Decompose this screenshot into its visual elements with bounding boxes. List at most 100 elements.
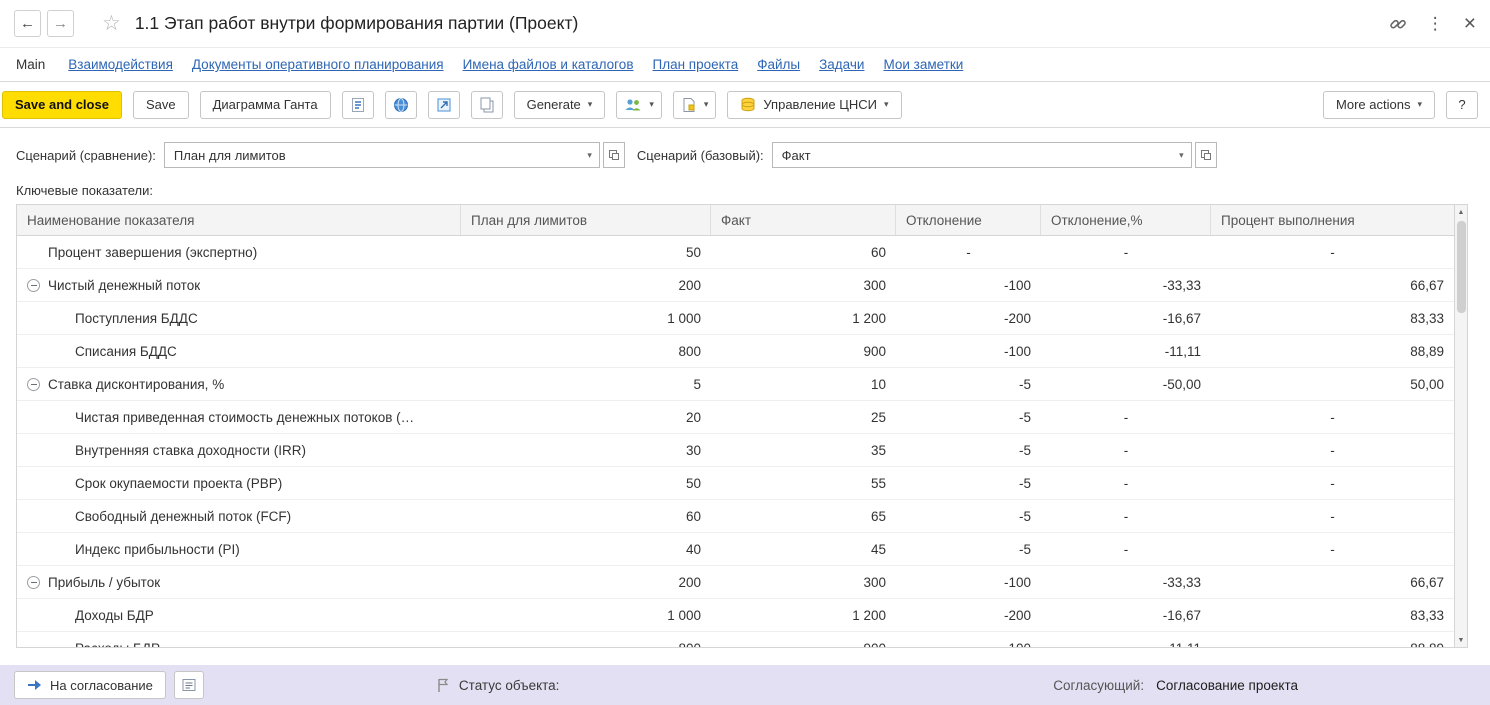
column-header-completion-pct[interactable]: Процент выполнения — [1211, 205, 1454, 235]
row-fact-value: 300 — [711, 566, 896, 598]
row-deviation-pct-value: - — [1041, 401, 1211, 433]
choose-icon — [608, 149, 620, 161]
more-actions-label: More actions — [1336, 97, 1410, 112]
tab-link[interactable]: Документы оперативного планирования — [192, 57, 444, 72]
scroll-down-icon[interactable]: ▼ — [1455, 633, 1467, 647]
web-publish-button[interactable] — [385, 91, 417, 119]
row-fact-value: 10 — [711, 368, 896, 400]
contacts-menu-button[interactable]: ▾ — [616, 91, 662, 119]
copy-icon — [479, 97, 495, 113]
database-icon — [740, 97, 756, 113]
table-row[interactable]: Расходы БДР 800 900 -100 -11,11 88,89 — [17, 632, 1454, 647]
more-menu-icon[interactable]: ⋮ — [1427, 14, 1444, 34]
tab-link[interactable]: Имена файлов и каталогов — [463, 57, 634, 72]
row-deviation-value: -100 — [896, 632, 1041, 647]
table-row[interactable]: Списания БДДС 800 900 -100 -11,11 88,89 — [17, 335, 1454, 368]
copy-link-button[interactable] — [1389, 15, 1407, 33]
copy-button[interactable] — [471, 91, 503, 119]
close-icon[interactable]: × — [1464, 13, 1476, 34]
column-header-name[interactable]: Наименование показателя — [17, 205, 461, 235]
table-row[interactable]: Процент завершения (экспертно) 50 60 - -… — [17, 236, 1454, 269]
favorite-star-icon[interactable]: ☆ — [102, 13, 121, 34]
globe-icon — [393, 97, 409, 113]
tab-link[interactable]: План проекта — [653, 57, 739, 72]
row-name-cell: Ставка дисконтирования, % — [17, 368, 461, 400]
scroll-up-icon[interactable]: ▲ — [1455, 205, 1467, 219]
tab-link[interactable]: Мои заметки — [883, 57, 963, 72]
table-row[interactable]: Внутренняя ставка доходности (IRR) 30 35… — [17, 434, 1454, 467]
table-row[interactable]: Доходы БДР 1 000 1 200 -200 -16,67 83,33 — [17, 599, 1454, 632]
row-deviation-pct-value: - — [1041, 236, 1211, 268]
table-row[interactable]: Прибыль / убыток 200 300 -100 -33,33 66,… — [17, 566, 1454, 599]
row-completion-pct-value: 66,67 — [1211, 269, 1454, 301]
scenario-compare-open-button[interactable] — [603, 142, 625, 168]
table-row[interactable]: Чистая приведенная стоимость денежных по… — [17, 401, 1454, 434]
row-completion-pct-value: 88,89 — [1211, 335, 1454, 367]
column-header-plan[interactable]: План для лимитов — [461, 205, 711, 235]
row-completion-pct-value: - — [1211, 434, 1454, 466]
row-fact-value: 900 — [711, 632, 896, 647]
table-row[interactable]: Свободный денежный поток (FCF) 60 65 -5 … — [17, 500, 1454, 533]
row-name: Расходы БДР — [75, 641, 160, 648]
row-name: Списания БДДС — [75, 344, 177, 359]
approver-value[interactable]: Согласование проекта — [1156, 678, 1298, 693]
scenario-compare-field[interactable]: План для лимитов ▾ — [164, 142, 600, 168]
tab-link[interactable]: Задачи — [819, 57, 864, 72]
table-row[interactable]: Индекс прибыльности (PI) 40 45 -5 - - — [17, 533, 1454, 566]
save-button[interactable]: Save — [133, 91, 189, 119]
more-actions-button[interactable]: More actions ▾ — [1323, 91, 1435, 119]
row-plan-value: 20 — [461, 401, 711, 433]
row-plan-value: 30 — [461, 434, 711, 466]
collapse-icon[interactable] — [27, 279, 40, 292]
section-tabs: Main Взаимодействия Документы оперативног… — [0, 48, 1490, 82]
vertical-scrollbar[interactable]: ▲ ▼ — [1455, 204, 1468, 648]
save-and-close-button[interactable]: Save and close — [2, 91, 122, 119]
table-row[interactable]: Срок окупаемости проекта (PBP) 50 55 -5 … — [17, 467, 1454, 500]
row-completion-pct-value: - — [1211, 533, 1454, 565]
tab-link[interactable]: Взаимодействия — [68, 57, 173, 72]
scenario-base-field[interactable]: Факт ▾ — [772, 142, 1192, 168]
forward-button[interactable]: → — [47, 10, 74, 37]
cnsi-management-button[interactable]: Управление ЦНСИ ▾ — [727, 91, 901, 119]
choose-icon — [1200, 149, 1212, 161]
row-fact-value: 900 — [711, 335, 896, 367]
column-header-fact[interactable]: Факт — [711, 205, 896, 235]
notes-button[interactable] — [174, 671, 204, 699]
scrollbar-thumb[interactable] — [1457, 221, 1466, 313]
back-arrow-icon: ← — [20, 15, 35, 32]
row-name-cell: Расходы БДР — [17, 632, 461, 647]
file-menu-button[interactable]: ▾ — [673, 91, 717, 119]
table-row[interactable]: Ставка дисконтирования, % 5 10 -5 -50,00… — [17, 368, 1454, 401]
table-body: Процент завершения (экспертно) 50 60 - -… — [17, 236, 1454, 647]
back-button[interactable]: ← — [14, 10, 41, 37]
help-button[interactable]: ? — [1446, 91, 1478, 119]
row-plan-value: 50 — [461, 467, 711, 499]
open-window-button[interactable] — [428, 91, 460, 119]
collapse-icon[interactable] — [27, 576, 40, 589]
gantt-chart-button[interactable]: Диаграмма Ганта — [200, 91, 331, 119]
notes-icon — [181, 677, 197, 693]
row-fact-value: 35 — [711, 434, 896, 466]
approver-label: Согласующий: — [1053, 678, 1144, 693]
row-completion-pct-value: 83,33 — [1211, 302, 1454, 334]
table-row[interactable]: Чистый денежный поток 200 300 -100 -33,3… — [17, 269, 1454, 302]
collapse-icon[interactable] — [27, 378, 40, 391]
send-for-approval-button[interactable]: На согласование — [14, 671, 166, 699]
tab-link[interactable]: Файлы — [757, 57, 800, 72]
column-header-deviation-pct[interactable]: Отклонение,% — [1041, 205, 1211, 235]
people-icon — [624, 97, 642, 113]
table-row[interactable]: Поступления БДДС 1 000 1 200 -200 -16,67… — [17, 302, 1454, 335]
scenario-compare-value: План для лимитов — [174, 148, 579, 163]
row-deviation-value: -5 — [896, 533, 1041, 565]
row-name-cell: Процент завершения (экспертно) — [17, 236, 461, 268]
row-completion-pct-value: 66,67 — [1211, 566, 1454, 598]
flag-icon — [436, 677, 450, 693]
row-name-cell: Срок окупаемости проекта (PBP) — [17, 467, 461, 499]
tab-main[interactable]: Main — [16, 57, 45, 72]
row-name: Внутренняя ставка доходности (IRR) — [75, 443, 306, 458]
scenario-base-open-button[interactable] — [1195, 142, 1217, 168]
report-button[interactable] — [342, 91, 374, 119]
column-header-deviation[interactable]: Отклонение — [896, 205, 1041, 235]
form-content: Сценарий (сравнение): План для лимитов ▾… — [0, 128, 1490, 665]
generate-button[interactable]: Generate ▾ — [514, 91, 606, 119]
